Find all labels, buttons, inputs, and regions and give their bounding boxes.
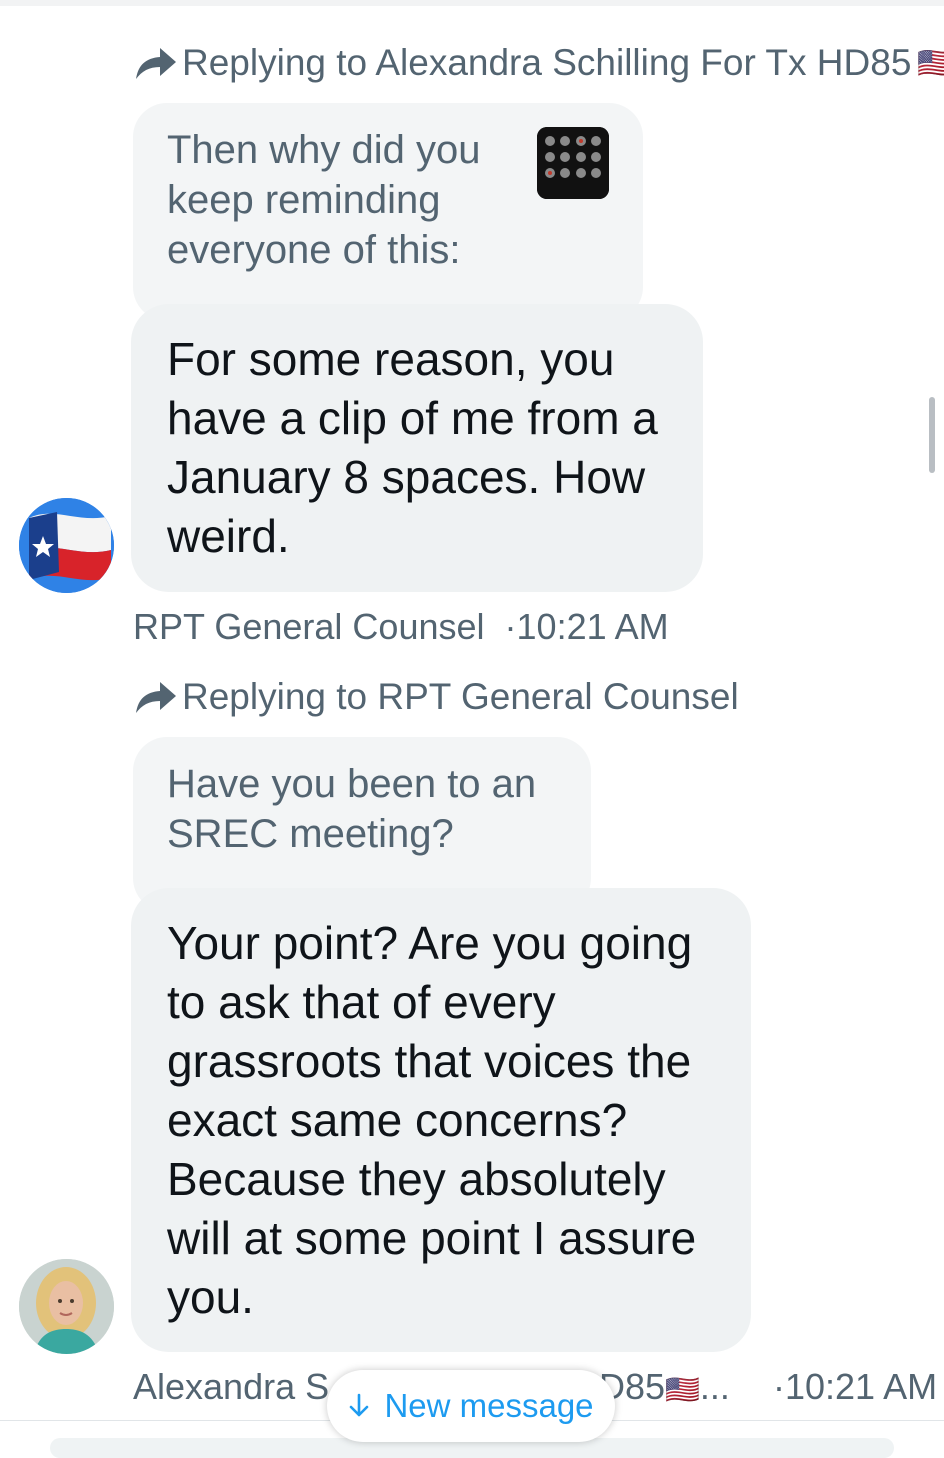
new-message-label: New message (384, 1387, 594, 1424)
profile-photo-avatar[interactable] (19, 1259, 114, 1354)
quoted-message-2[interactable]: Have you been to an SREC meeting? (133, 737, 591, 912)
message-bubble-2[interactable]: Your point? Are you going to ask that of… (131, 888, 751, 1352)
top-divider (0, 0, 944, 6)
texas-flag-icon (19, 498, 114, 593)
arrow-down-icon (350, 1393, 369, 1417)
media-thumbnail[interactable] (537, 127, 609, 199)
message-bubble-1[interactable]: For some reason, you have a clip of me f… (131, 304, 703, 592)
sender-name-right[interactable]: D85🇺🇸... (599, 1366, 730, 1408)
sender-name[interactable]: RPT General Counsel (133, 606, 485, 647)
name-ellipsis: ... (699, 1366, 730, 1407)
reply-context-2[interactable]: Replying to RPT General Counsel (134, 674, 739, 720)
timestamp: ·10:21 AM (773, 1366, 938, 1407)
reply-arrow-icon (136, 682, 176, 713)
reply-context-1[interactable]: Replying to Alexandra Schilling For Tx H… (134, 40, 944, 86)
grid-image-icon (537, 127, 609, 199)
new-message-button[interactable]: New message (327, 1370, 615, 1442)
sender-name-left[interactable]: Alexandra S (133, 1366, 329, 1407)
flag-us-icon: 🇺🇸 (917, 46, 944, 80)
reply-context-label: Replying to RPT General Counsel (182, 676, 739, 717)
texas-flag-avatar[interactable] (19, 498, 114, 593)
flag-us-icon: 🇺🇸 (665, 1374, 700, 1405)
reply-arrow-icon (136, 48, 176, 79)
scrollbar-thumb[interactable] (929, 397, 935, 473)
message-text: Your point? Are you going to ask that of… (167, 917, 697, 1323)
timestamp: ·10:21 AM (504, 606, 669, 647)
message-meta-1: RPT General Counsel ·10:21 AM (133, 606, 669, 648)
quoted-text: Then why did you keep reminding everyone… (167, 128, 481, 272)
reply-context-label: Replying to Alexandra Schilling For Tx H… (182, 42, 912, 83)
message-text: For some reason, you have a clip of me f… (167, 333, 658, 562)
person-photo-icon (19, 1259, 114, 1354)
quoted-text: Have you been to an SREC meeting? (167, 762, 537, 856)
